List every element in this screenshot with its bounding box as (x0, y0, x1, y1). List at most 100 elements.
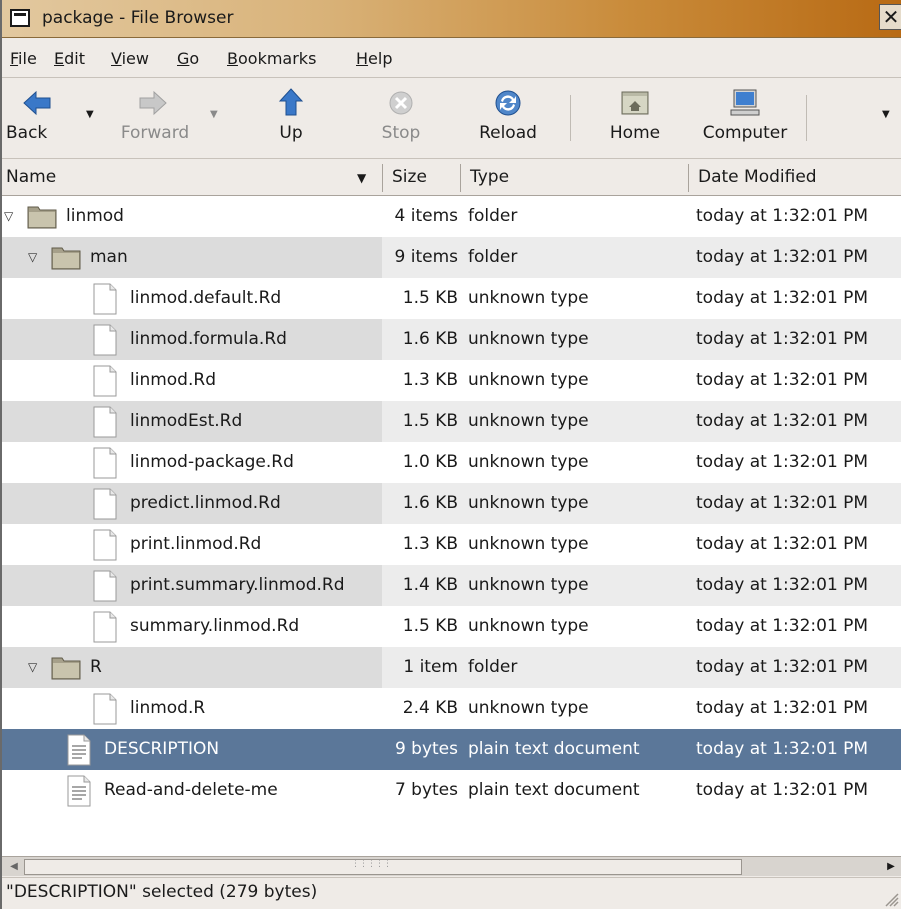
file-row[interactable]: Read-and-delete-me 7 bytes plain text docu… (2, 770, 901, 811)
file-date-modified: today at 1:32:01 PM (696, 206, 869, 226)
column-header-size[interactable]: Size (392, 167, 427, 187)
close-button[interactable]: ✕ (879, 4, 901, 30)
file-size: 4 items (394, 206, 458, 226)
file-row[interactable]: summary.linmod.Rd 1.5 KB unknown type today… (2, 606, 901, 647)
file-name: print.linmod.Rd (130, 534, 262, 554)
back-button[interactable]: Back (6, 79, 86, 157)
file-name: linmodEst.Rd (130, 411, 243, 431)
file-row[interactable]: linmod-package.Rd 1.0 KB unknown type today… (2, 442, 901, 483)
file-type: folder (468, 247, 518, 267)
file-name: print.summary.linmod.Rd (130, 575, 345, 595)
toolbar-overflow-button[interactable]: ▼ (882, 109, 890, 120)
column-divider[interactable] (460, 164, 461, 192)
menu-help[interactable]: Help (356, 49, 392, 68)
forward-arrow-icon (139, 90, 167, 116)
folder-row[interactable]: ▽ R 1 item folder today at 1:32:01 PM (2, 647, 901, 688)
column-headers: Name ▼ Size Type Date Modified (2, 158, 901, 196)
file-date-modified: today at 1:32:01 PM (696, 780, 869, 800)
file-type: unknown type (468, 493, 589, 513)
file-size: 1.5 KB (402, 411, 458, 431)
file-name: linmod-package.Rd (130, 452, 294, 472)
file-date-modified: today at 1:32:01 PM (696, 739, 869, 759)
file-icon (92, 283, 118, 320)
stop-button[interactable]: Stop (366, 79, 436, 157)
file-type: unknown type (468, 288, 589, 308)
file-icon (92, 324, 118, 361)
file-size: 1.5 KB (402, 616, 458, 636)
file-date-modified: today at 1:32:01 PM (696, 575, 869, 595)
file-icon (92, 611, 118, 648)
column-divider[interactable] (382, 164, 383, 192)
folder-row[interactable]: ▽ man 9 items folder today at 1:32:01 PM (2, 237, 901, 278)
file-row[interactable]: DESCRIPTION 9 bytes plain text document tod… (2, 729, 901, 770)
file-name: predict.linmod.Rd (130, 493, 281, 513)
forward-button[interactable]: Forward (110, 79, 200, 157)
column-header-name[interactable]: Name (6, 167, 56, 187)
file-date-modified: today at 1:32:01 PM (696, 288, 869, 308)
column-divider[interactable] (688, 164, 689, 192)
folder-icon (50, 242, 82, 277)
forward-history-dropdown[interactable]: ▼ (210, 109, 218, 120)
back-history-dropdown[interactable]: ▼ (86, 109, 94, 120)
file-type: folder (468, 206, 518, 226)
file-date-modified: today at 1:32:01 PM (696, 370, 869, 390)
computer-button[interactable]: Computer (694, 79, 796, 157)
column-header-date-modified[interactable]: Date Modified (698, 167, 817, 187)
status-bar: "DESCRIPTION" selected (279 bytes) (2, 877, 901, 909)
file-name: linmod.R (130, 698, 206, 718)
file-size: 1.4 KB (402, 575, 458, 595)
file-name: linmod.default.Rd (130, 288, 282, 308)
file-date-modified: today at 1:32:01 PM (696, 329, 869, 349)
scroll-left-arrow-icon[interactable]: ◀ (4, 859, 24, 875)
file-size: 1 item (403, 657, 458, 677)
menu-edit[interactable]: Edit (54, 49, 85, 68)
file-size: 1.3 KB (402, 370, 458, 390)
title-bar[interactable]: package - File Browser ✕ (2, 0, 901, 38)
file-icon (92, 447, 118, 484)
file-date-modified: today at 1:32:01 PM (696, 411, 869, 431)
menu-view[interactable]: View (111, 49, 149, 68)
file-row[interactable]: print.linmod.Rd 1.3 KB unknown type today a… (2, 524, 901, 565)
horizontal-scrollbar[interactable]: ◀ ⋮⋮⋮⋮⋮ ▶ (2, 856, 901, 876)
expander-triangle-icon[interactable]: ▽ (4, 209, 13, 223)
menu-separator (2, 77, 901, 78)
file-icon (92, 406, 118, 443)
menu-bar: File Edit View Go Bookmarks Help (2, 41, 901, 75)
file-icon (92, 529, 118, 566)
file-type: unknown type (468, 575, 589, 595)
home-button[interactable]: Home (598, 79, 672, 157)
folder-row[interactable]: ▽ linmod 4 items folder today at 1:32:01 PM (2, 196, 901, 237)
file-icon (92, 570, 118, 607)
menu-file[interactable]: File (10, 49, 37, 68)
menu-go[interactable]: Go (177, 49, 199, 68)
file-name: linmod (66, 206, 124, 226)
expander-triangle-icon[interactable]: ▽ (28, 660, 37, 674)
file-size: 9 items (394, 247, 458, 267)
file-row[interactable]: linmod.formula.Rd 1.6 KB unknown type today… (2, 319, 901, 360)
up-button[interactable]: Up (256, 79, 326, 157)
file-type: unknown type (468, 411, 589, 431)
expander-triangle-icon[interactable]: ▽ (28, 250, 37, 264)
file-row[interactable]: linmod.Rd 1.3 KB unknown type today at 1:32… (2, 360, 901, 401)
file-row[interactable]: predict.linmod.Rd 1.6 KB unknown type today… (2, 483, 901, 524)
reload-button[interactable]: Reload (468, 79, 548, 157)
file-row[interactable]: linmod.default.Rd 1.5 KB unknown type today… (2, 278, 901, 319)
file-row[interactable]: linmod.R 2.4 KB unknown type today at 1:32:… (2, 688, 901, 729)
menu-bookmarks[interactable]: Bookmarks (227, 49, 316, 68)
folder-icon (50, 652, 82, 687)
file-name: linmod.Rd (130, 370, 216, 390)
file-size: 2.4 KB (402, 698, 458, 718)
file-row[interactable]: print.summary.linmod.Rd 1.4 KB unknown typ… (2, 565, 901, 606)
file-row[interactable]: linmodEst.Rd 1.5 KB unknown type today at 1… (2, 401, 901, 442)
column-header-type[interactable]: Type (470, 167, 509, 187)
window-menu-icon[interactable] (10, 9, 30, 27)
file-name: summary.linmod.Rd (130, 616, 300, 636)
file-size: 1.0 KB (402, 452, 458, 472)
file-size: 1.6 KB (402, 493, 458, 513)
file-date-modified: today at 1:32:01 PM (696, 452, 869, 472)
scroll-right-arrow-icon[interactable]: ▶ (881, 859, 901, 875)
resize-grip-icon[interactable] (881, 889, 899, 907)
home-folder-icon (621, 91, 649, 115)
file-date-modified: today at 1:32:01 PM (696, 657, 869, 677)
reload-icon (495, 90, 521, 116)
